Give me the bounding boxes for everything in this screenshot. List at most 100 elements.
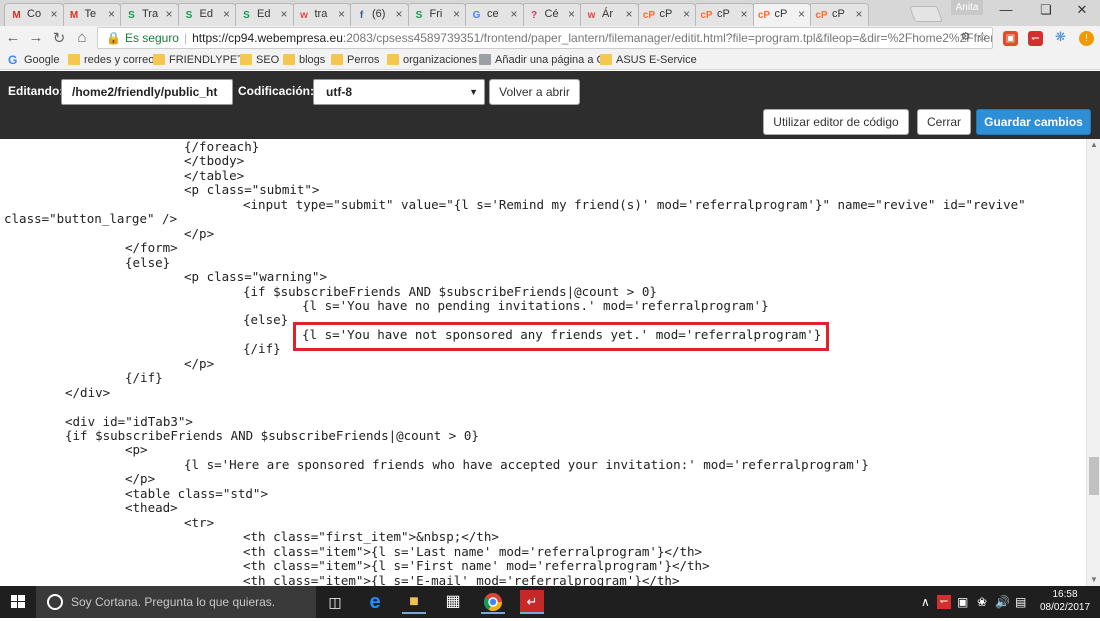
browser-tab[interactable]: cP cP ×	[751, 3, 811, 26]
browser-tab[interactable]: M Te ×	[61, 3, 121, 26]
tray-app-icon[interactable]: ↽	[937, 595, 951, 609]
code-line: <th class="item">{l s='First name' mod='…	[243, 558, 710, 574]
w-icon: w	[300, 10, 308, 21]
reopen-button[interactable]: Volver a abrir	[489, 79, 580, 105]
scrollbar-thumb[interactable]	[1089, 457, 1099, 495]
close-tab-icon[interactable]: ×	[223, 7, 230, 21]
acrobat-icon[interactable]: ↵	[520, 590, 544, 614]
browser-tab[interactable]: f (6) ×	[349, 3, 409, 26]
close-tab-icon[interactable]: ×	[165, 7, 172, 21]
close-tab-icon[interactable]: ×	[568, 7, 575, 21]
home-icon[interactable]: ⌂	[73, 29, 91, 46]
bookmark-item[interactable]: blogs	[283, 54, 325, 66]
file-path-field[interactable]: /home2/friendly/public_ht	[61, 79, 233, 105]
browser-tab[interactable]: ? Cé ×	[521, 3, 581, 26]
save-button[interactable]: Guardar cambios	[976, 109, 1091, 135]
bookmark-item[interactable]: SEO	[240, 54, 279, 66]
close-tab-icon[interactable]: ×	[395, 7, 402, 21]
folder-icon	[153, 54, 165, 65]
close-tab-icon[interactable]: ×	[740, 7, 747, 21]
close-tab-icon[interactable]: ×	[798, 7, 805, 21]
browser-tab[interactable]: S Fri ×	[406, 3, 466, 26]
close-tab-icon[interactable]: ×	[453, 7, 460, 21]
chrome-icon[interactable]	[481, 590, 505, 614]
bookmark-item[interactable]: organizaciones	[387, 54, 477, 66]
notifications-icon[interactable]: ▤	[1015, 595, 1026, 609]
cpanel-icon: cP	[815, 10, 828, 21]
close-tab-icon[interactable]: ×	[683, 7, 690, 21]
close-tab-icon[interactable]: ×	[855, 7, 862, 21]
battery-icon[interactable]: ▣	[957, 595, 968, 609]
close-tab-icon[interactable]: ×	[625, 7, 632, 21]
new-tab-button[interactable]	[909, 6, 943, 22]
bookmark-item[interactable]: ASUS E-Service	[600, 54, 697, 66]
tab-label: Co	[27, 8, 42, 20]
vertical-scrollbar[interactable]: ▲ ▼	[1086, 139, 1100, 586]
clock-date: 08/02/2017	[1039, 602, 1091, 613]
close-tab-icon[interactable]: ×	[50, 7, 57, 21]
pdf-extension-icon[interactable]: ↽	[1028, 31, 1043, 46]
forward-arrow-icon[interactable]: →	[27, 29, 45, 46]
volume-icon[interactable]: 🔊	[995, 595, 1010, 609]
scroll-up-icon[interactable]: ▲	[1087, 139, 1100, 151]
file-explorer-icon[interactable]: ■	[402, 590, 426, 614]
browser-tab[interactable]: cP cP ×	[636, 3, 696, 26]
google-icon: G	[472, 10, 481, 21]
translate-icon[interactable]: ⚙	[958, 30, 973, 45]
bookmark-item[interactable]: Añadir una página a C	[479, 54, 604, 66]
bookmark-star-icon[interactable]: ☆	[975, 29, 990, 44]
scroll-down-icon[interactable]: ▼	[1087, 574, 1100, 586]
code-editor-button[interactable]: Utilizar editor de código	[763, 109, 909, 135]
browser-tab[interactable]: M Co ×	[4, 3, 64, 26]
reload-icon[interactable]: ↻	[50, 29, 68, 47]
close-button[interactable]: Cerrar	[917, 109, 971, 135]
store-icon[interactable]: ▦	[441, 590, 465, 614]
minimize-icon[interactable]: —	[986, 2, 1026, 17]
code-line: </table>	[184, 167, 245, 183]
task-view-icon[interactable]: ◫	[323, 590, 347, 614]
extension-icon[interactable]: ▣	[1003, 31, 1018, 46]
cortana-search-box[interactable]: Soy Cortana. Pregunta lo que quieras.	[36, 586, 316, 618]
close-window-icon[interactable]: ✕	[1062, 2, 1100, 18]
code-line: <p>	[125, 442, 148, 458]
wifi-icon[interactable]: ❀	[977, 595, 987, 609]
show-hidden-icons-icon[interactable]: ∧	[921, 595, 930, 609]
windows-start-icon[interactable]	[0, 586, 36, 618]
close-tab-icon[interactable]: ×	[338, 7, 345, 21]
browser-tab[interactable]: S Ed ×	[234, 3, 294, 26]
folder-icon	[68, 54, 80, 65]
browser-tab[interactable]: w Ár ×	[579, 3, 639, 26]
browser-tab[interactable]: cP cP ×	[809, 3, 869, 26]
close-tab-icon[interactable]: ×	[510, 7, 517, 21]
bookmark-label: redes y correo	[84, 54, 155, 66]
cpanel-icon: cP	[700, 10, 713, 21]
gmail-icon: M	[69, 10, 79, 21]
close-tab-icon[interactable]: ×	[280, 7, 287, 21]
tab-label: Cé	[544, 8, 559, 20]
taskbar-clock[interactable]: 16:58 08/02/2017	[1034, 588, 1096, 614]
browser-tab[interactable]: w tra ×	[291, 3, 351, 26]
code-textarea[interactable]: {/foreach} </tbody> </table> <p class="subm…	[0, 139, 1086, 586]
chrome-menu-update-icon[interactable]: !	[1079, 31, 1094, 46]
cpanel-icon: cP	[642, 10, 656, 21]
address-bar[interactable]: 🔒 Es seguro | https://cp94.webempresa.eu:20…	[97, 27, 993, 49]
bookmark-item[interactable]: G Google	[8, 53, 59, 67]
restore-icon[interactable]: ❏	[1026, 2, 1066, 18]
bookmark-item[interactable]: redes y correo	[68, 54, 154, 66]
encoding-select[interactable]: utf-8 ▼	[313, 79, 485, 105]
edge-icon[interactable]: e	[363, 590, 387, 614]
bookmark-item[interactable]: FRIENDLYPET	[153, 54, 244, 66]
browser-tab[interactable]: Gce ×	[464, 3, 524, 26]
profile-button[interactable]: Anita	[951, 0, 983, 15]
close-tab-icon[interactable]: ×	[108, 7, 115, 21]
settings-extension-icon[interactable]: ❋	[1053, 29, 1068, 44]
browser-tab[interactable]: S Ed ×	[176, 3, 236, 26]
code-line: {if $subscribeFriends AND $subscribeFrie…	[65, 428, 479, 443]
browser-tab[interactable]: S Tra ×	[119, 3, 179, 26]
bookmark-label: organizaciones	[403, 54, 477, 66]
bookmark-item[interactable]: Perros	[331, 54, 379, 66]
browser-tab[interactable]: cP cP ×	[694, 3, 754, 26]
bookmark-label: Añadir una página a C	[495, 54, 605, 66]
back-arrow-icon[interactable]: ←	[4, 29, 22, 46]
code-line: <tr>	[184, 514, 215, 530]
